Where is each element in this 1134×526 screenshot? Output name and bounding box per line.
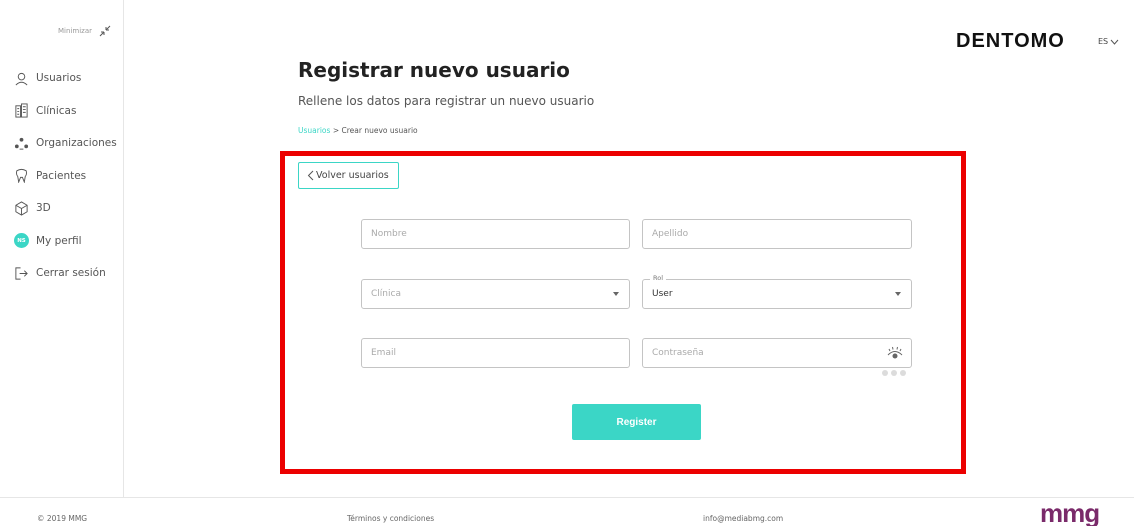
rol-select[interactable]: Rol User [642,274,912,309]
dropdown-arrow-icon [895,292,901,296]
sidebar-item-label: Organizaciones [36,137,117,150]
language-selector[interactable]: ES [1098,37,1119,46]
footer-divider [0,497,1134,498]
clinica-placeholder: Clínica [371,289,401,299]
minimize-label: Minimizar [58,27,92,35]
sidebar-nav: Usuarios Clínicas Organizaciones Pacient… [14,62,117,290]
dropdown-arrow-icon [613,292,619,296]
footer-copyright: © 2019 MMG [37,514,88,523]
organization-icon [14,137,29,150]
sidebar-item-usuarios[interactable]: Usuarios [14,62,117,95]
logout-icon [15,267,28,280]
sidebar-item-pacientes[interactable]: Pacientes [14,160,117,193]
chevron-left-icon [307,170,314,181]
user-icon [15,72,28,86]
strength-dot [882,370,888,376]
password-field[interactable]: Contraseña [642,338,912,368]
rol-value: User [652,289,673,299]
back-button-label: Volver usuarios [316,170,389,181]
sidebar-item-label: 3D [36,202,51,215]
sidebar-item-label: Usuarios [36,72,82,85]
sidebar-item-clinicas[interactable]: Clínicas [14,95,117,128]
password-strength-indicator [882,370,906,376]
page-title: Registrar nuevo usuario [298,58,570,82]
building-icon [15,103,28,118]
clinica-select[interactable]: Clínica [361,279,630,309]
apellido-field[interactable]: Apellido [642,219,912,249]
email-field[interactable]: Email [361,338,630,368]
minimize-icon [99,25,111,37]
nombre-placeholder: Nombre [371,229,407,239]
strength-dot [900,370,906,376]
sidebar-item-label: Cerrar sesión [36,267,106,280]
avatar: NS [14,233,29,249]
breadcrumb: Usuarios > Crear nuevo usuario [298,126,418,135]
rol-label: Rol [650,274,667,282]
password-placeholder: Contraseña [652,348,704,358]
eye-icon[interactable] [887,346,903,360]
back-to-users-button[interactable]: Volver usuarios [298,162,399,189]
apellido-placeholder: Apellido [652,229,689,239]
breadcrumb-link-usuarios[interactable]: Usuarios [298,126,330,135]
register-button[interactable]: Register [572,404,701,440]
footer-email-link[interactable]: info@mediabmg.com [703,514,783,523]
chevron-down-icon [1110,39,1119,45]
footer-terms-link[interactable]: Términos y condiciones [347,514,434,523]
language-label: ES [1098,37,1109,46]
sidebar-item-label: My perfil [36,234,82,247]
sidebar-item-my-perfil[interactable]: NS My perfil [14,225,117,258]
email-placeholder: Email [371,348,396,358]
mmg-logo: mmg [1040,498,1100,526]
sidebar: Minimizar Usuarios Clínicas Organizacion… [0,0,124,497]
page-subtitle: Rellene los datos para registrar un nuev… [298,94,595,108]
tooth-icon [16,169,27,184]
sidebar-item-3d[interactable]: 3D [14,192,117,225]
sidebar-item-cerrar-sesion[interactable]: Cerrar sesión [14,257,117,290]
minimize-button[interactable]: Minimizar [0,24,124,38]
sidebar-item-label: Clínicas [36,104,77,117]
sidebar-item-label: Pacientes [36,169,87,182]
breadcrumb-current: Crear nuevo usuario [341,126,418,135]
breadcrumb-separator: > [332,126,340,135]
dentomo-logo[interactable]: DENTOMO [956,30,1065,53]
sidebar-item-organizaciones[interactable]: Organizaciones [14,127,117,160]
cube-icon [15,201,28,216]
strength-dot [891,370,897,376]
nombre-field[interactable]: Nombre [361,219,630,249]
